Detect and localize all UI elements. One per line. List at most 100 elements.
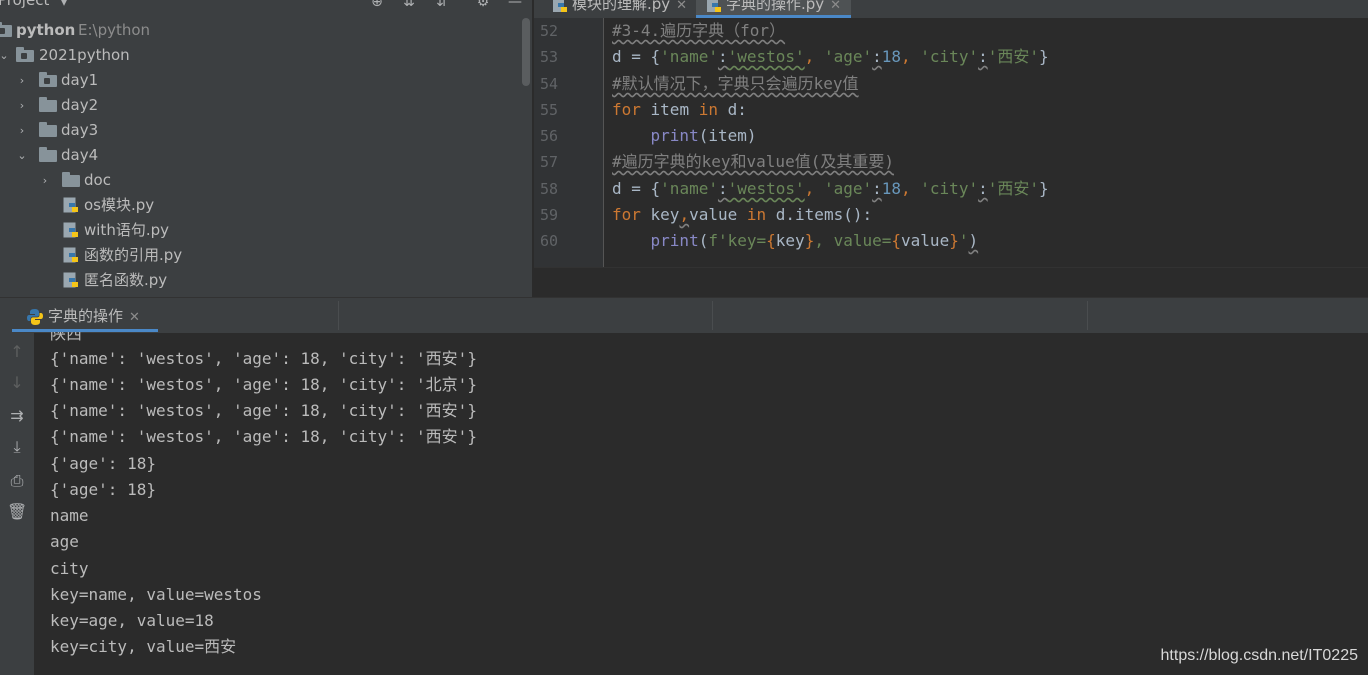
tree-item-day4[interactable]: ⌄ day4: [0, 143, 532, 168]
arrow-up-icon[interactable]: ↑: [7, 342, 27, 362]
run-tab[interactable]: 字典的操作 ✕: [12, 303, 158, 332]
line-number: 53: [539, 48, 558, 66]
code-string: 'name': [660, 179, 718, 198]
line-number-gutter: 52 53 54 55 56 57 58 59 60: [534, 18, 604, 267]
console-line: {'name': 'westos', 'age': 18, 'city': '西…: [50, 427, 477, 446]
tab-dict-operations[interactable]: 字典的操作.py ✕: [696, 0, 852, 18]
code-string: 'city': [920, 47, 979, 66]
tree-item-label: 2021python: [39, 46, 130, 64]
code-keyword: in: [746, 205, 767, 224]
tree-item-doc[interactable]: › doc: [0, 168, 532, 193]
code-string: 'westos': [727, 179, 805, 198]
chevron-down-icon[interactable]: ▾: [55, 0, 73, 11]
collapse-all-icon[interactable]: ⇊: [400, 0, 418, 11]
tree-root[interactable]: python E:\python: [0, 18, 532, 43]
chevron-right-icon[interactable]: ›: [16, 93, 28, 118]
close-icon[interactable]: ✕: [129, 310, 140, 325]
code-fstring: , value=: [814, 231, 892, 250]
tree-item-file[interactable]: 函数的引用.py: [0, 243, 532, 268]
scroll-to-end-icon[interactable]: ⤓: [7, 437, 27, 457]
code-comment: #遍历字典的key和value值(及其重要): [612, 152, 894, 171]
code-keyword: in: [698, 100, 718, 119]
tree-item-file[interactable]: 匿名函数.py: [0, 268, 532, 293]
code-token: d.items():: [766, 205, 873, 224]
chevron-right-icon[interactable]: ›: [16, 118, 28, 143]
tree-scrollbar[interactable]: [522, 18, 530, 86]
code-token: {: [650, 179, 661, 198]
minimize-icon[interactable]: —: [506, 0, 524, 11]
tree-item-file[interactable]: with语句.py: [0, 218, 532, 243]
project-title[interactable]: Project: [0, 0, 49, 9]
code-editor[interactable]: 模块的理解.py ✕ 字典的操作.py ✕ 52 53 54 55 56 57 58…: [534, 0, 1368, 297]
code-fstring: f'key=: [708, 231, 767, 250]
gear-icon[interactable]: ⚙: [474, 0, 492, 11]
tree-item-day1[interactable]: › day1: [0, 68, 532, 93]
chevron-down-icon[interactable]: ⌄: [0, 43, 10, 68]
code-token: (: [698, 231, 709, 250]
locate-icon[interactable]: ⊕: [368, 0, 386, 11]
code-token: d:: [717, 100, 747, 119]
tab-module-understanding[interactable]: 模块的理解.py ✕: [546, 0, 693, 18]
chevron-right-icon[interactable]: ›: [16, 68, 28, 93]
line-number: 54: [539, 75, 558, 93]
code-token: value: [689, 205, 747, 224]
code-keyword: for: [612, 100, 641, 119]
tree-item-label: doc: [84, 171, 111, 189]
run-tab-bar: 字典的操作 ✕: [0, 297, 1368, 333]
code-token: ,: [804, 179, 824, 198]
tree-item-label: day2: [61, 96, 99, 114]
code-line: for item in d:: [612, 97, 747, 123]
code-token: }: [1039, 179, 1049, 198]
tree-item-day3[interactable]: › day3: [0, 118, 532, 143]
code-token: item: [640, 100, 699, 119]
tree-item-label: day3: [61, 121, 99, 139]
code-comment: #默认情况下，字典只会遍历key值: [612, 74, 859, 93]
close-icon[interactable]: ✕: [676, 0, 687, 13]
close-icon[interactable]: ✕: [830, 0, 841, 13]
console-line: name: [50, 506, 89, 525]
code-token: }: [1039, 47, 1049, 66]
code-token: key: [640, 205, 680, 224]
editor-empty-area: [534, 267, 1368, 297]
tree-item-day2[interactable]: › day2: [0, 93, 532, 118]
python-file-icon: [63, 247, 78, 263]
code-line: d = {'name':'westos', 'age':18, 'city':'…: [612, 176, 1049, 202]
expand-all-icon[interactable]: ⇵: [433, 0, 451, 11]
code-number: 18: [881, 47, 902, 66]
line-number: 57: [539, 153, 558, 171]
code-string: 'city': [920, 179, 979, 198]
print-icon[interactable]: ⎙: [7, 471, 27, 491]
code-token: ,: [679, 205, 690, 224]
python-file-icon: [63, 272, 78, 288]
console-line: city: [50, 559, 89, 578]
code-line: for key,value in d.items():: [612, 202, 872, 228]
run-tab-label: 字典的操作: [48, 307, 124, 325]
code-string: 'age': [823, 179, 873, 198]
code-token: {: [650, 47, 661, 66]
editor-tabs: 模块的理解.py ✕ 字典的操作.py ✕: [534, 0, 1368, 18]
line-number: 60: [539, 232, 558, 250]
tree-item-file[interactable]: os模块.py: [0, 193, 532, 218]
code-token: :: [978, 47, 988, 66]
console-output[interactable]: 陕西 {'name': 'westos', 'age': 18, 'city':…: [34, 332, 1368, 675]
arrow-down-icon[interactable]: ↓: [7, 373, 27, 393]
tree-item-2021python[interactable]: ⌄ 2021python: [0, 43, 532, 68]
trash-icon[interactable]: 🗑: [7, 502, 27, 522]
code-token: ,: [901, 179, 921, 198]
line-number: 59: [539, 206, 558, 224]
code-token: :: [872, 47, 882, 66]
watermark: https://blog.csdn.net/IT0225: [1160, 647, 1358, 664]
python-file-icon: [553, 0, 567, 12]
chevron-right-icon[interactable]: ›: [39, 168, 51, 193]
tree-item-label: os模块.py: [84, 196, 155, 214]
chevron-down-icon[interactable]: ⌄: [16, 143, 28, 168]
soft-wrap-icon[interactable]: ⇉: [7, 406, 27, 426]
code-line: #默认情况下，字典只会遍历key值: [612, 71, 859, 97]
line-number: 56: [539, 127, 558, 145]
code-comment: #3-4.遍历字典（for）: [612, 21, 786, 40]
console-line: {'name': 'westos', 'age': 18, 'city': '北…: [50, 375, 477, 394]
editor-scrollbar[interactable]: [1360, 18, 1368, 267]
folder-icon: [39, 97, 57, 112]
